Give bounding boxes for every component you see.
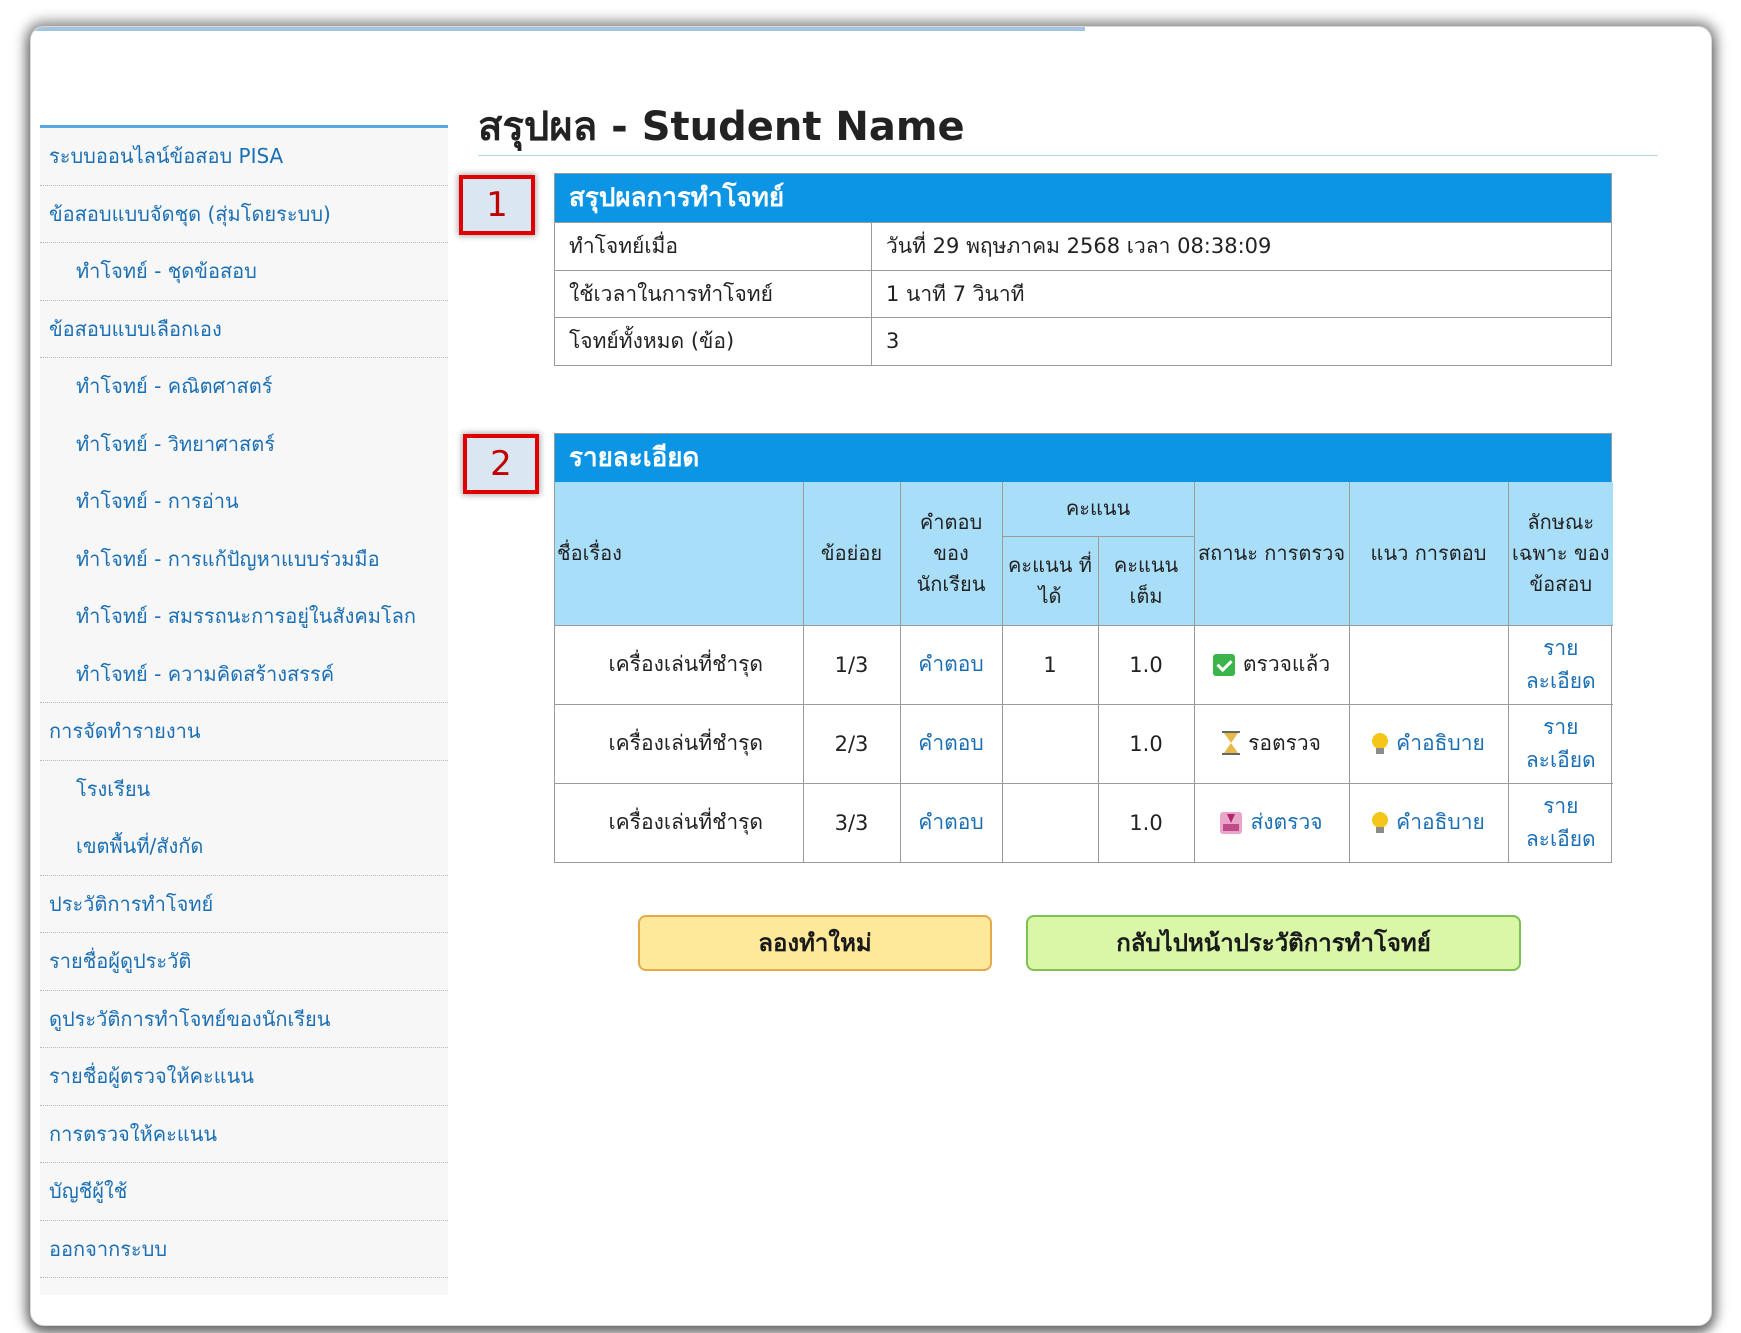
sidebar-item-math[interactable]: ทำโจทย์ - คณิตศาสตร์ <box>40 358 448 416</box>
back-to-history-button[interactable]: กลับไปหน้าประวัติการทำโจทย์ <box>1026 915 1521 971</box>
header-feature: ลักษณะ เฉพาะ ของ ข้อสอบ <box>1507 482 1614 626</box>
answer-link[interactable]: คำตอบ <box>918 731 983 755</box>
submit-grading-link[interactable]: ส่งตรวจ <box>1250 806 1322 839</box>
summary-row-date: ทำโจทย์เมื่อ วันที่ 29 พฤษภาคม 2568 เวลา… <box>555 222 1611 270</box>
cell-sub: 1/3 <box>802 624 901 705</box>
sidebar-item-random-set[interactable]: ข้อสอบแบบจัดชุด (สุ่มโดยระบบ) <box>40 186 448 243</box>
cell-score-got: 1 <box>1001 624 1099 705</box>
summary-row-total: โจทย์ทั้งหมด (ข้อ) 3 <box>555 317 1611 365</box>
header-score-full: คะแนน เต็ม <box>1097 535 1195 626</box>
callout-1: 1 <box>459 175 535 235</box>
header-sub: ข้อย่อย <box>802 482 901 626</box>
detail-table: ชื่อเรื่อง ข้อย่อย คำตอบ ของ นักเรียน คะ… <box>555 482 1614 862</box>
answer-link[interactable]: คำตอบ <box>918 810 983 834</box>
header-status: สถานะ การตรวจ <box>1193 482 1350 626</box>
status-checked: ตรวจแล้ว <box>1212 648 1331 681</box>
sidebar-item-logout[interactable]: ออกจากระบบ <box>40 1221 448 1278</box>
header-answer: คำตอบ ของ นักเรียน <box>899 482 1003 626</box>
sidebar-item-do-set[interactable]: ทำโจทย์ - ชุดข้อสอบ <box>40 243 448 301</box>
summary-panel: สรุปผลการทำโจทย์ ทำโจทย์เมื่อ วันที่ 29 … <box>554 173 1612 366</box>
sidebar-item-student-history[interactable]: ดูประวัติการทำโจทย์ของนักเรียน <box>40 991 448 1048</box>
guide-link-wrap[interactable]: คำอธิบาย <box>1372 727 1485 760</box>
lightbulb-icon <box>1372 811 1389 834</box>
sidebar-item-history[interactable]: ประวัติการทำโจทย์ <box>40 876 448 933</box>
hourglass-icon <box>1222 731 1241 756</box>
sidebar-item-reading[interactable]: ทำโจทย์ - การอ่าน <box>40 473 448 531</box>
cell-guide <box>1348 624 1509 705</box>
detail-link[interactable]: ราย ละเอียด <box>1526 794 1596 851</box>
page-title: สรุปผล - Student Name <box>478 84 1658 156</box>
header-topic: ชื่อเรื่อง <box>555 482 804 626</box>
sidebar-item-school[interactable]: โรงเรียน <box>40 761 448 819</box>
sidebar-item-graders[interactable]: รายชื่อผู้ตรวจให้คะแนน <box>40 1048 448 1106</box>
sidebar-menu: ระบบออนไลน์ข้อสอบ PISA ข้อสอบแบบจัดชุด (… <box>40 125 448 1295</box>
detail-link[interactable]: ราย ละเอียด <box>1526 715 1596 772</box>
check-icon <box>1212 653 1235 676</box>
cell-topic: เครื่องเล่นที่ชำรุด <box>555 624 804 705</box>
cell-score-full: 1.0 <box>1097 624 1195 705</box>
sidebar-item-collab-problem[interactable]: ทำโจทย์ - การแก้ปัญหาแบบร่วมมือ <box>40 531 448 589</box>
sidebar-item-area[interactable]: เขตพื้นที่/สังกัด <box>40 818 448 876</box>
header-score-got: คะแนน ที่ได้ <box>1002 535 1099 626</box>
inbox-icon <box>1220 811 1243 834</box>
sidebar-item-account[interactable]: บัญชีผู้ใช้ <box>40 1163 448 1221</box>
detail-panel: รายละเอียด ชื่อเรื่อง ข้อย่อย คำตอบ ของ … <box>554 433 1614 863</box>
sidebar-item-grading[interactable]: การตรวจให้คะแนน <box>40 1106 448 1163</box>
retry-button[interactable]: ลองทำใหม่ <box>638 915 992 971</box>
summary-value: 3 <box>886 329 900 353</box>
summary-row-duration: ใช้เวลาในการทำโจทย์ 1 นาที 7 วินาที <box>555 269 1611 317</box>
detail-link[interactable]: ราย ละเอียด <box>1526 636 1596 693</box>
callout-2: 2 <box>463 434 539 494</box>
summary-value: 1 นาที 7 วินาที <box>886 281 1025 306</box>
header-score-group: คะแนน <box>1001 482 1195 537</box>
cell-score-got <box>1001 703 1099 784</box>
sidebar-item-science[interactable]: ทำโจทย์ - วิทยาศาสตร์ <box>40 416 448 474</box>
guide-link[interactable]: คำอธิบาย <box>1396 727 1485 760</box>
frame-top-line <box>31 27 1085 31</box>
cell-score-full: 1.0 <box>1097 782 1195 862</box>
sidebar-item-history-viewers[interactable]: รายชื่อผู้ดูประวัติ <box>40 933 448 991</box>
cell-topic: เครื่องเล่นที่ชำรุด <box>555 782 804 862</box>
sidebar-item-pisa-online[interactable]: ระบบออนไลน์ข้อสอบ PISA <box>40 128 448 186</box>
summary-value: วันที่ 29 พฤษภาคม 2568 เวลา 08:38:09 <box>886 234 1272 258</box>
lightbulb-icon <box>1372 732 1389 755</box>
cell-score-got <box>1001 782 1099 862</box>
table-row: เครื่องเล่นที่ชำรุด 1/3 คำตอบ 1 1.0 ตรวจ… <box>555 624 1614 705</box>
table-row: เครื่องเล่นที่ชำรุด 2/3 คำตอบ 1.0 รอตรวจ… <box>555 703 1614 784</box>
cell-score-full: 1.0 <box>1097 703 1195 784</box>
header-guide: แนว การตอบ <box>1348 482 1509 626</box>
summary-label: ทำโจทย์เมื่อ <box>555 223 872 270</box>
sidebar-item-self-select[interactable]: ข้อสอบแบบเลือกเอง <box>40 301 448 358</box>
guide-link[interactable]: คำอธิบาย <box>1396 806 1485 839</box>
cell-topic: เครื่องเล่นที่ชำรุด <box>555 703 804 784</box>
sidebar-item-global-competence[interactable]: ทำโจทย์ - สมรรถนะการอยู่ในสังคมโลก <box>40 588 448 646</box>
summary-label: ใช้เวลาในการทำโจทย์ <box>555 270 872 317</box>
status-pending: รอตรวจ <box>1222 727 1321 760</box>
sidebar-item-creative-thinking[interactable]: ทำโจทย์ - ความคิดสร้างสรรค์ <box>40 646 448 703</box>
sidebar-item-reports[interactable]: การจัดทำรายงาน <box>40 703 448 761</box>
status-label: ตรวจแล้ว <box>1242 652 1331 676</box>
status-submit[interactable]: ส่งตรวจ <box>1220 806 1323 839</box>
guide-link-wrap[interactable]: คำอธิบาย <box>1372 806 1485 839</box>
table-row: เครื่องเล่นที่ชำรุด 3/3 คำตอบ 1.0 ส่งตรว… <box>555 782 1614 862</box>
summary-title: สรุปผลการทำโจทย์ <box>555 174 1611 222</box>
detail-title: รายละเอียด <box>555 434 1611 482</box>
status-label: รอตรวจ <box>1248 730 1321 755</box>
cell-sub: 2/3 <box>802 703 901 784</box>
cell-sub: 3/3 <box>802 782 901 862</box>
summary-label: โจทย์ทั้งหมด (ข้อ) <box>555 318 872 365</box>
answer-link[interactable]: คำตอบ <box>918 652 983 676</box>
